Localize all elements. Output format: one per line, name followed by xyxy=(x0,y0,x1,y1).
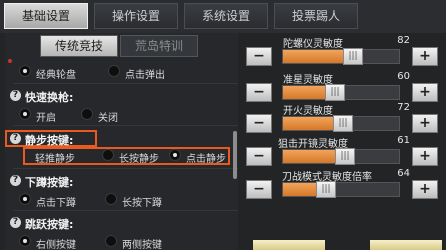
increase-button[interactable]: + xyxy=(412,114,438,133)
divider xyxy=(13,210,239,211)
tab-basic-settings[interactable]: 基础设置 xyxy=(4,3,88,29)
increase-button[interactable]: + xyxy=(412,147,438,166)
section-title-crouch: 下蹲按键: xyxy=(25,176,74,189)
help-icon[interactable]: ? xyxy=(10,217,21,228)
section-title-jump: 跳跃按键: xyxy=(25,218,74,231)
option-label-click-crouch: 点击下蹲 xyxy=(36,198,76,209)
help-icon[interactable]: ? xyxy=(10,133,21,144)
radio-click-crouch[interactable] xyxy=(19,193,31,205)
slider-knob[interactable]: ||| xyxy=(343,48,363,65)
help-icon[interactable]: ? xyxy=(10,90,21,101)
decrease-button[interactable]: − xyxy=(246,114,272,133)
radio-click-quiet-step[interactable] xyxy=(169,149,181,161)
scrollbar[interactable] xyxy=(233,131,237,179)
slider-fill xyxy=(283,117,338,130)
option-label-quick-swap-off: 关闭 xyxy=(98,113,118,124)
decrease-button[interactable]: − xyxy=(246,147,272,166)
left-options-panel: 传统竞技 荒岛特训 经典轮盘 点击弹出 ? 快速换枪: 开启 关闭 ? 静步按键… xyxy=(5,33,239,250)
radio-click-popup[interactable] xyxy=(108,65,120,77)
subtab-island-training[interactable]: 荒岛特训 xyxy=(120,35,198,57)
radio-hold-quiet-step[interactable] xyxy=(102,149,114,161)
slider-fill xyxy=(283,50,348,63)
tab-system-settings[interactable]: 系统设置 xyxy=(184,3,268,29)
option-label-click-quiet-step: 点击静步 xyxy=(186,154,226,165)
notification-dot xyxy=(8,59,12,63)
section-title-quick-swap: 快速换枪: xyxy=(25,91,74,104)
option-label-hold-crouch: 长按下蹲 xyxy=(122,198,162,209)
radio-both-jump[interactable] xyxy=(105,235,117,247)
increase-button[interactable]: + xyxy=(412,180,438,199)
tab-control-settings[interactable]: 操作设置 xyxy=(94,3,178,29)
slider-fill xyxy=(283,86,330,99)
divider xyxy=(13,83,239,84)
decrease-button[interactable]: − xyxy=(246,83,272,102)
option-label-quick-swap-on: 开启 xyxy=(36,113,56,124)
slider-knob[interactable]: ||| xyxy=(316,181,336,198)
section-title-quiet-step: 静步按键: xyxy=(25,134,74,147)
settings-screen: 基础设置 操作设置 系统设置 投票踢人 传统竞技 荒岛特训 经典轮盘 点击弹出 … xyxy=(0,0,446,250)
increase-button[interactable]: + xyxy=(412,83,438,102)
slider-label: 陀螺仪灵敏度 xyxy=(283,39,343,50)
radio-right-jump[interactable] xyxy=(19,235,31,247)
option-label-right-jump: 右侧按键 xyxy=(36,240,76,250)
option-label-light-push: 轻推静步 xyxy=(35,154,75,165)
slider-value: 61 xyxy=(397,135,410,146)
option-label-classic-wheel: 经典轮盘 xyxy=(36,70,76,81)
tab-vote-kick[interactable]: 投票踢人 xyxy=(274,3,358,29)
slider-label: 开火灵敏度 xyxy=(283,106,333,117)
radio-classic-wheel[interactable] xyxy=(19,65,31,77)
slider-value: 72 xyxy=(397,102,410,113)
option-label-hold-quiet-step: 长按静步 xyxy=(119,154,159,165)
slider-knob[interactable]: ||| xyxy=(333,115,353,132)
decrease-button[interactable]: − xyxy=(246,180,272,199)
radio-quick-swap-off[interactable] xyxy=(81,108,93,120)
slider-value: 64 xyxy=(397,168,410,179)
divider xyxy=(13,125,239,126)
slider-track[interactable] xyxy=(282,182,400,197)
bottom-button-right[interactable] xyxy=(370,240,442,250)
help-icon[interactable]: ? xyxy=(10,175,21,186)
subtab-classic-mode[interactable]: 传统竞技 xyxy=(40,35,118,57)
radio-quick-swap-on[interactable] xyxy=(19,108,31,120)
slider-value: 60 xyxy=(397,71,410,82)
bottom-buttons xyxy=(253,240,446,250)
slider-knob[interactable]: ||| xyxy=(335,148,355,165)
option-label-click-popup: 点击弹出 xyxy=(125,70,165,81)
divider xyxy=(13,168,239,169)
option-label-both-jump: 两侧按键 xyxy=(122,240,162,250)
slider-value: 82 xyxy=(397,35,410,46)
top-tab-bar: 基础设置 操作设置 系统设置 投票踢人 xyxy=(0,0,446,33)
slider-knob[interactable]: ||| xyxy=(325,84,345,101)
sensitivity-panel: 陀螺仪灵敏度 82− ||| + 准星灵敏度 60− ||| + 开火灵敏度 72− ||| + 狙击开… xyxy=(238,33,446,250)
slider-fill xyxy=(283,150,340,163)
decrease-button[interactable]: − xyxy=(246,47,272,66)
bottom-button-left[interactable] xyxy=(253,240,325,250)
radio-hold-crouch[interactable] xyxy=(105,193,117,205)
slider-track[interactable] xyxy=(282,49,400,64)
increase-button[interactable]: + xyxy=(412,47,438,66)
